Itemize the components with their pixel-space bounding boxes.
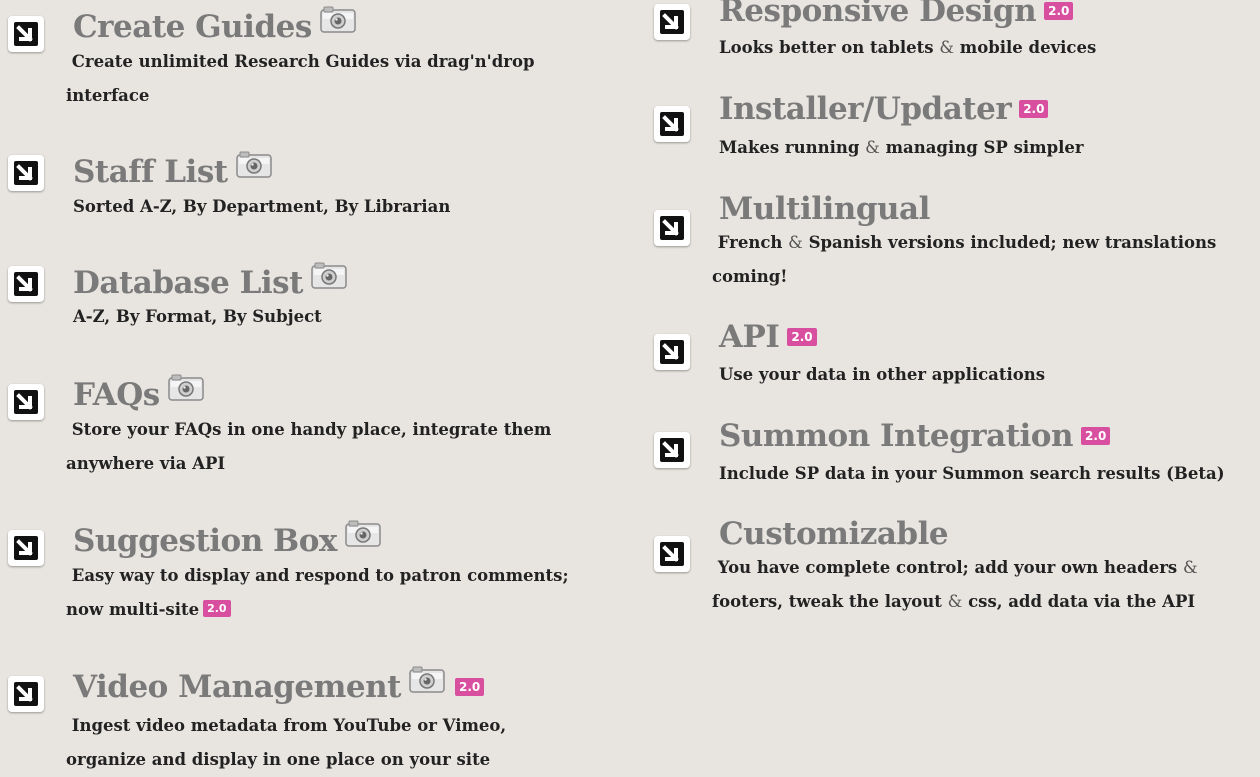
feature-desc-video-management: Ingest video metadata from YouTube or Vi… — [66, 716, 507, 769]
feature-title-create-guides: Create Guides — [73, 6, 358, 43]
feature-desc-installer-updater: Makes running & managing SP simpler — [719, 138, 1084, 157]
version-badge: 2.0 — [787, 327, 817, 346]
camera-icon[interactable] — [320, 5, 358, 35]
feature-desc-faqs: Store your FAQs in one handy place, inte… — [66, 420, 552, 473]
feature-title-faqs: FAQs — [73, 374, 206, 411]
feature-desc-database-list: A-Z, By Format, By Subject — [73, 307, 322, 326]
camera-icon[interactable] — [311, 261, 349, 291]
feature-title-database-list: Database List — [73, 262, 349, 299]
arrow-down-right-icon — [12, 534, 40, 562]
arrow-icon — [654, 210, 690, 246]
feature-desc-create-guides: Create unlimited Research Guides via dra… — [66, 52, 535, 105]
arrow-icon — [8, 266, 44, 302]
arrow-down-right-icon — [658, 338, 686, 366]
camera-icon[interactable] — [235, 150, 274, 180]
arrow-icon — [654, 4, 690, 40]
arrow-icon — [8, 676, 44, 712]
version-badge: 2.0 — [203, 600, 231, 617]
feature-title-installer-updater: Installer/Updater 2.0 — [719, 94, 1049, 125]
camera-icon[interactable] — [167, 373, 206, 403]
arrow-down-right-icon — [658, 214, 686, 242]
arrow-down-right-icon — [12, 680, 40, 708]
feature-title-api: API 2.0 — [719, 322, 817, 353]
arrow-down-right-icon — [658, 436, 686, 464]
version-badge: 2.0 — [1019, 99, 1049, 118]
arrow-icon — [654, 106, 690, 142]
arrow-icon — [8, 530, 44, 566]
version-badge: 2.0 — [1044, 1, 1074, 20]
camera-icon[interactable] — [345, 519, 383, 549]
arrow-icon — [654, 432, 690, 468]
feature-desc-summon-integration: Include SP data in your Summon search re… — [719, 464, 1225, 483]
arrow-down-right-icon — [658, 8, 686, 36]
camera-icon[interactable] — [409, 665, 447, 695]
feature-title-customizable: Customizable — [719, 516, 949, 552]
arrow-icon — [654, 536, 690, 572]
feature-title-suggestion-box: Suggestion Box — [73, 520, 383, 557]
arrow-icon — [654, 334, 690, 370]
feature-desc-suggestion-box: Easy way to display and respond to patro… — [66, 566, 569, 619]
version-badge: 2.0 — [454, 677, 485, 696]
feature-desc-responsive-design: Looks better on tablets & mobile devices — [719, 38, 1097, 57]
arrow-down-right-icon — [12, 20, 40, 48]
arrow-down-right-icon — [12, 159, 40, 187]
arrow-icon — [8, 16, 44, 52]
arrow-icon — [8, 155, 44, 191]
feature-desc-customizable: You have complete control; add your own … — [712, 558, 1198, 611]
arrow-down-right-icon — [12, 270, 40, 298]
feature-desc-staff-list: Sorted A-Z, By Department, By Librarian — [73, 197, 451, 216]
arrow-icon — [8, 384, 44, 420]
feature-desc-api: Use your data in other applications — [719, 365, 1046, 384]
version-badge: 2.0 — [1081, 426, 1111, 445]
feature-title-responsive-design: Responsive Design 2.0 — [719, 0, 1074, 27]
feature-title-summon-integration: Summon Integration 2.0 — [719, 421, 1111, 452]
feature-title-video-management: Video Management 2.0 — [73, 666, 485, 703]
arrow-down-right-icon — [658, 110, 686, 138]
feature-desc-multilingual: French & Spanish versions included; new … — [712, 233, 1217, 286]
arrow-down-right-icon — [658, 540, 686, 568]
feature-title-staff-list: Staff List — [73, 151, 274, 188]
feature-title-multilingual: Multilingual — [719, 191, 930, 227]
arrow-down-right-icon — [12, 388, 40, 416]
